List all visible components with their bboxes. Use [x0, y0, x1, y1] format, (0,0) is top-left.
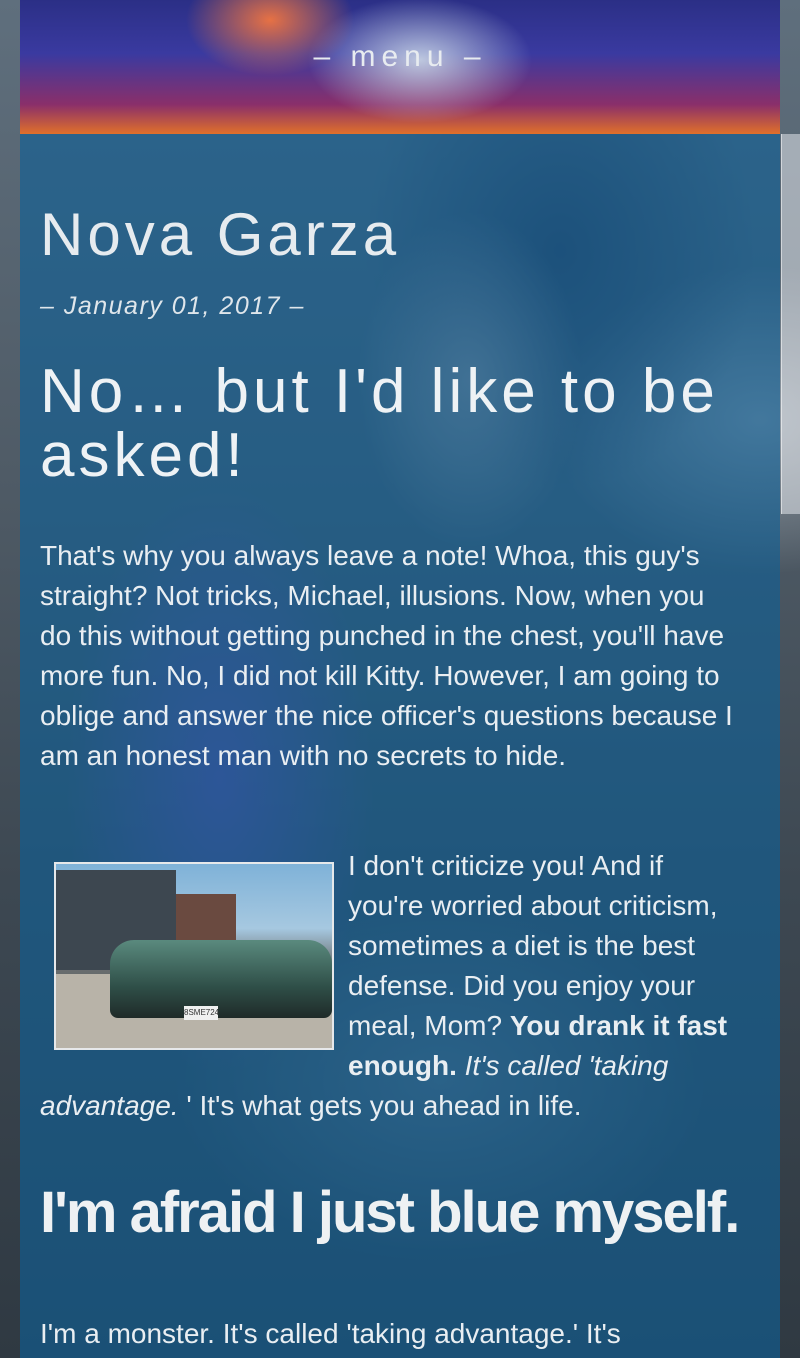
paragraph-1: That's why you always leave a note! Whoa…: [40, 540, 733, 771]
post-date: – January 01, 2017 –: [40, 292, 305, 320]
image-float-spacer: [40, 846, 348, 1050]
author-name: Nova Garza: [40, 201, 401, 268]
menu-link[interactable]: – menu –: [20, 40, 780, 74]
paragraph-2: I don't criticize you! And if you're wor…: [40, 846, 740, 1126]
scrollbar-thumb[interactable]: [781, 134, 800, 514]
post-panel: Nova Garza – January 01, 2017 – No… but …: [20, 134, 780, 1358]
paragraph-3: I'm a monster. It's called 'taking advan…: [40, 1318, 621, 1349]
paragraph-2-end: ' It's what gets you ahead in life.: [178, 1090, 582, 1121]
sub-heading: I'm afraid I just blue myself.: [40, 1180, 740, 1245]
post-title: No… but I'd like to be asked!: [40, 357, 719, 490]
